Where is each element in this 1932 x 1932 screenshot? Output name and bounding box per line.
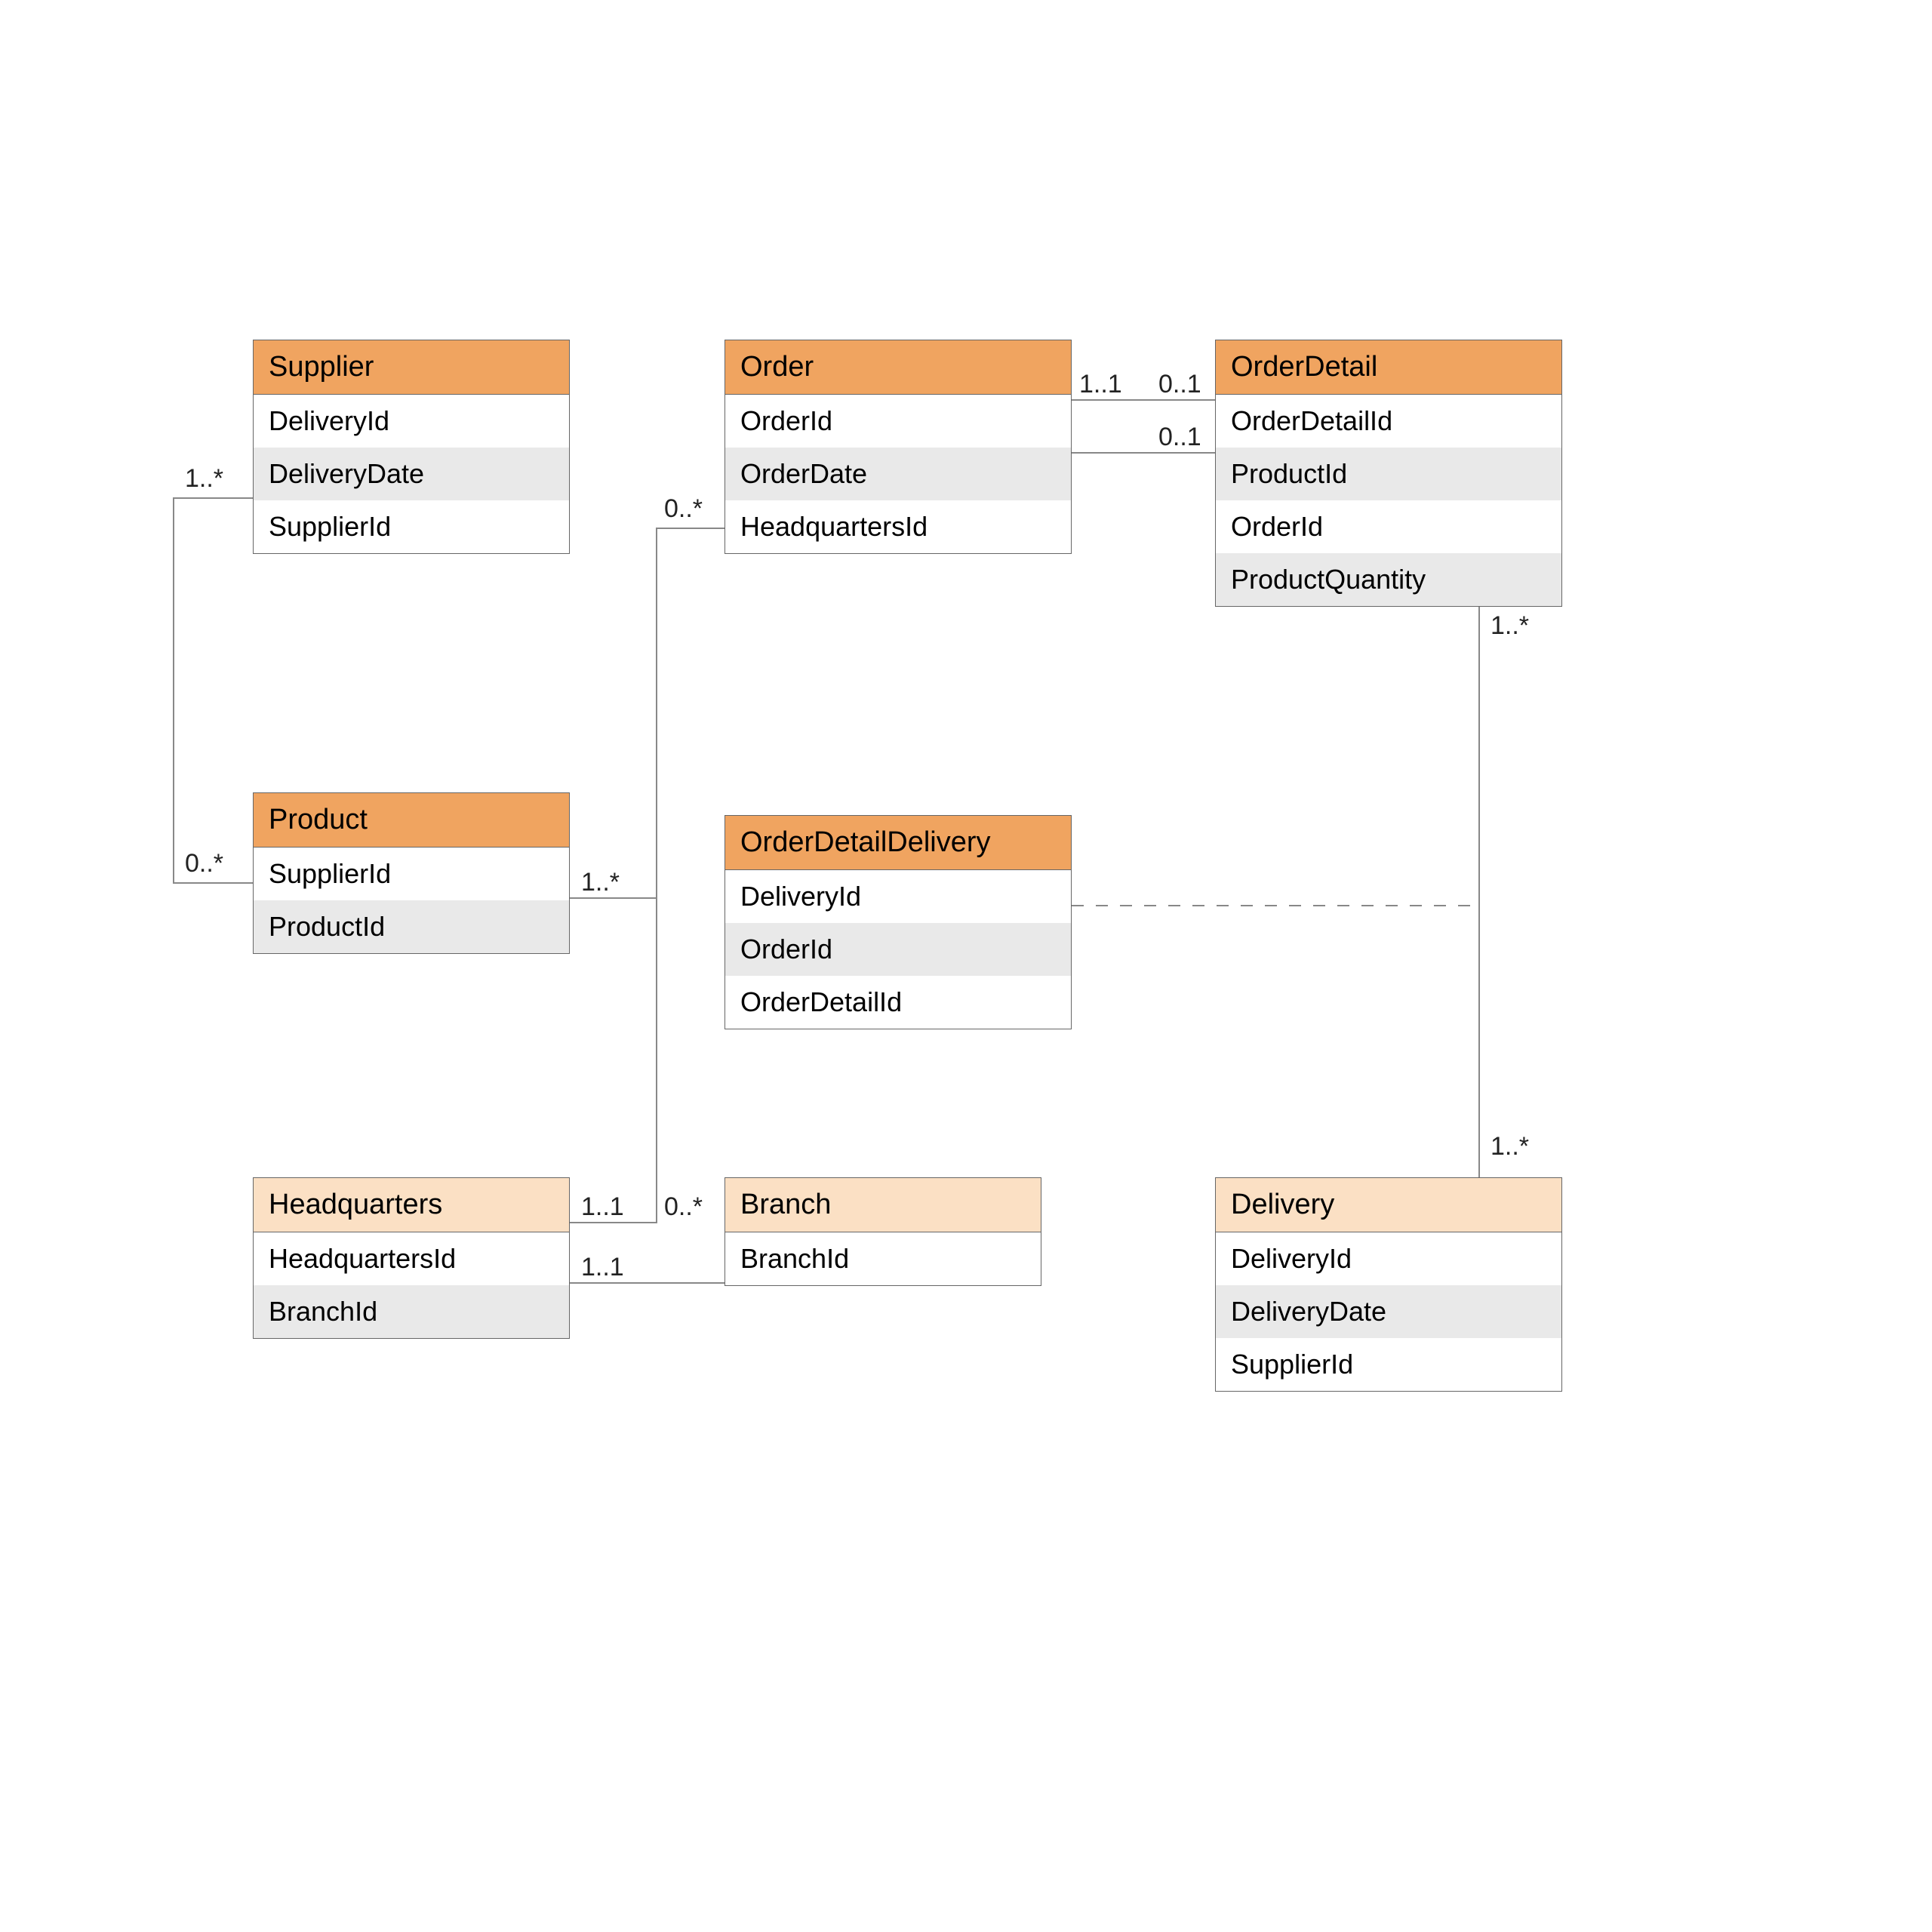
attr: BranchId <box>254 1285 569 1338</box>
attr: OrderId <box>725 923 1071 976</box>
attr: ProductId <box>254 900 569 953</box>
attr: SupplierId <box>254 500 569 553</box>
attr: DeliveryDate <box>1216 1285 1561 1338</box>
entity-title: Supplier <box>254 340 569 395</box>
entity-title: Product <box>254 793 569 848</box>
attr: DeliveryDate <box>254 448 569 500</box>
mult-label: 1..1 <box>1079 370 1122 399</box>
entity-title: OrderDetail <box>1216 340 1561 395</box>
mult-label: 1..* <box>1491 611 1529 641</box>
entity-title: Delivery <box>1216 1178 1561 1232</box>
mult-label: 1..* <box>1491 1132 1529 1161</box>
attr: OrderDetailId <box>725 976 1071 1029</box>
entity-title: Branch <box>725 1178 1041 1232</box>
attr: SupplierId <box>254 848 569 900</box>
entity-headquarters: Headquarters HeadquartersId BranchId <box>253 1177 570 1339</box>
edge-hq-order <box>570 898 657 1223</box>
mult-label: 0..1 <box>1158 423 1201 452</box>
mult-label: 1..* <box>581 868 620 897</box>
attr: BranchId <box>725 1232 1041 1285</box>
edge-supplier-product <box>174 498 253 883</box>
entity-title: Headquarters <box>254 1178 569 1232</box>
entity-branch: Branch BranchId <box>724 1177 1041 1286</box>
entity-delivery: Delivery DeliveryId DeliveryDate Supplie… <box>1215 1177 1562 1392</box>
mult-label: 0..1 <box>1158 370 1201 399</box>
attr: DeliveryId <box>725 870 1071 923</box>
mult-label: 1..1 <box>581 1192 624 1222</box>
attr: HeadquartersId <box>254 1232 569 1285</box>
attr: OrderDate <box>725 448 1071 500</box>
mult-label: 1..1 <box>581 1253 624 1282</box>
entity-product: Product SupplierId ProductId <box>253 792 570 954</box>
attr: ProductQuantity <box>1216 553 1561 606</box>
entity-order: Order OrderId OrderDate HeadquartersId <box>724 340 1072 554</box>
attr: ProductId <box>1216 448 1561 500</box>
mult-label: 0..* <box>185 849 223 878</box>
diagram-canvas: vertical line between OD and Delivery --… <box>0 0 1932 1932</box>
entity-orderdetaildelivery: OrderDetailDelivery DeliveryId OrderId O… <box>724 815 1072 1029</box>
entity-orderdetail: OrderDetail OrderDetailId ProductId Orde… <box>1215 340 1562 607</box>
attr: SupplierId <box>1216 1338 1561 1391</box>
attr: OrderId <box>1216 500 1561 553</box>
attr: OrderDetailId <box>1216 395 1561 448</box>
attr: DeliveryId <box>254 395 569 448</box>
edge-product-order <box>570 528 724 898</box>
entity-title: OrderDetailDelivery <box>725 816 1071 870</box>
mult-label: 0..* <box>664 1192 703 1222</box>
attr: DeliveryId <box>1216 1232 1561 1285</box>
entity-title: Order <box>725 340 1071 395</box>
mult-label: 0..* <box>664 494 703 524</box>
attr: HeadquartersId <box>725 500 1071 553</box>
attr: OrderId <box>725 395 1071 448</box>
entity-supplier: Supplier DeliveryId DeliveryDate Supplie… <box>253 340 570 554</box>
mult-label: 1..* <box>185 464 223 494</box>
